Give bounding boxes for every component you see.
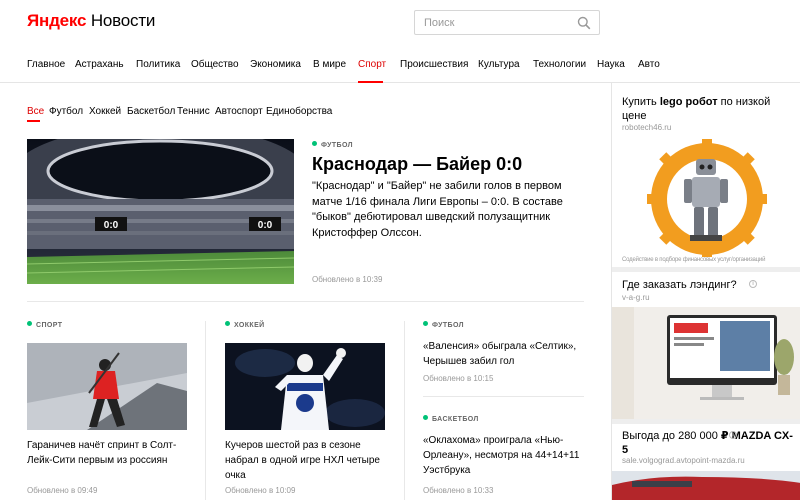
story-image-hockey[interactable] <box>225 343 385 430</box>
story-tag-label[interactable]: БАСКЕТБОЛ <box>432 416 479 423</box>
header: Яндекс Новости <box>0 0 800 45</box>
story-updated: Обновлено в 10:09 <box>225 486 296 495</box>
search-icon[interactable] <box>577 16 591 30</box>
main-story-tag-label[interactable]: ФУТБОЛ <box>321 142 353 149</box>
tag-dot <box>225 321 230 326</box>
tag-dot <box>27 321 32 326</box>
nav-item-sport[interactable]: Спорт <box>358 59 386 70</box>
nav-item-science[interactable]: Наука <box>597 59 625 70</box>
main-story-text[interactable]: "Краснодар" и "Байер" не забили голов в … <box>312 179 587 241</box>
scoreboard-right: 0:0 <box>258 220 273 231</box>
ad-title-pre[interactable]: Купить <box>622 96 660 108</box>
ad-image-caption: Содействие в подборе финансовых услуг/ор… <box>622 257 766 263</box>
divider <box>27 301 584 302</box>
hockey-image <box>225 343 385 430</box>
nav-item-astrakhan[interactable]: Астрахань <box>75 59 124 70</box>
subnav-item-motorsport[interactable]: Автоспорт <box>215 106 263 117</box>
story-title[interactable]: «Валенсия» обыграла «Селтик», Черышев за… <box>423 339 591 369</box>
stadium-image: 0:0 0:0 <box>27 139 294 284</box>
story-tag[interactable]: СПОРТ <box>27 321 62 329</box>
nav-item-technology[interactable]: Технологии <box>533 59 586 70</box>
nav-item-world[interactable]: В мире <box>313 59 346 70</box>
biathlon-image <box>27 343 187 430</box>
column-divider <box>205 321 206 500</box>
story-tag-label[interactable]: СПОРТ <box>36 322 62 329</box>
story-updated: Обновлено в 10:33 <box>423 486 494 495</box>
ad-title[interactable]: Где заказать лэндинг? <box>622 278 794 292</box>
ad-title[interactable]: Выгода до 280 000 ₽ MAZDA CX-5 <box>622 429 794 457</box>
subnav-item-tennis[interactable]: Теннис <box>177 106 210 117</box>
main-story-title[interactable]: Краснодар — Байер 0:0 <box>312 154 522 175</box>
nav-item-main[interactable]: Главное <box>27 59 65 70</box>
ad-url[interactable]: sale.volgograd.avtopoint-mazda.ru <box>622 456 745 465</box>
tag-dot <box>423 415 428 420</box>
column-divider <box>404 321 405 500</box>
story-tag[interactable]: ХОККЕЙ <box>225 321 265 329</box>
scoreboard-left: 0:0 <box>104 220 119 231</box>
nav-item-culture[interactable]: Культура <box>478 59 520 70</box>
story-updated: Обновлено в 10:15 <box>423 374 494 383</box>
ad-url[interactable]: robotech46.ru <box>622 123 671 132</box>
story-tag[interactable]: ФУТБОЛ <box>423 321 464 329</box>
nav-item-society[interactable]: Общество <box>191 59 239 70</box>
main-story-image[interactable]: 0:0 0:0 <box>27 139 294 284</box>
subnav-item-basketball[interactable]: Баскетбол <box>127 106 175 117</box>
ad-separator <box>612 267 800 272</box>
story-title[interactable]: Кучеров шестой раз в сезоне набрал в одн… <box>225 438 395 483</box>
ad-title-bold[interactable]: lego робот <box>660 96 718 108</box>
main-story-updated: Обновлено в 10:39 <box>312 275 383 284</box>
subnav-item-football[interactable]: Футбол <box>49 106 83 117</box>
tag-dot <box>423 321 428 326</box>
story-title[interactable]: «Оклахома» проиграла «Нью-Орлеану», несм… <box>423 433 591 478</box>
subnav-item-all[interactable]: Все <box>27 106 44 117</box>
nav-item-incidents[interactable]: Происшествия <box>400 59 468 70</box>
tag-dot <box>312 141 317 146</box>
logo-news[interactable]: Новости <box>91 11 156 30</box>
ad-title[interactable]: Купить lego робот по низкой цене <box>622 95 794 123</box>
search-box[interactable] <box>414 10 600 35</box>
ads-column: Купить lego робот по низкой цене robotec… <box>611 83 800 500</box>
logo-yandex[interactable]: Яндекс <box>27 11 86 30</box>
subnav-active-indicator <box>27 120 40 122</box>
story-image-biathlon[interactable] <box>27 343 187 430</box>
ad-info-icon[interactable]: i <box>749 280 757 288</box>
subnav-item-martial-arts[interactable]: Единоборства <box>266 106 332 117</box>
ad-separator <box>612 419 800 424</box>
ad-title-pre[interactable]: Выгода до 280 000 <box>622 430 721 442</box>
nav-item-economy[interactable]: Экономика <box>250 59 301 70</box>
ad-image-landing[interactable] <box>612 307 800 419</box>
divider <box>423 396 584 397</box>
story-title[interactable]: Гараничев начёт спринт в Солт-Лейк-Сити … <box>27 438 197 468</box>
nav-item-auto[interactable]: Авто <box>638 59 660 70</box>
ad-image-robot[interactable] <box>622 139 792 257</box>
nav-item-politics[interactable]: Политика <box>136 59 180 70</box>
story-tag-label[interactable]: ХОККЕЙ <box>234 322 265 329</box>
yandex-news-logo[interactable]: Яндекс Новости <box>27 11 155 31</box>
main-story-tag[interactable]: ФУТБОЛ <box>312 141 353 149</box>
ad-info-icon[interactable]: i <box>729 431 737 439</box>
story-updated: Обновлено в 09:49 <box>27 486 98 495</box>
story-tag[interactable]: БАСКЕТБОЛ <box>423 415 479 423</box>
story-tag-label[interactable]: ФУТБОЛ <box>432 322 464 329</box>
search-input[interactable] <box>415 11 575 34</box>
nav-active-indicator <box>358 81 383 83</box>
main-nav: Главное Астрахань Политика Общество Экон… <box>0 45 800 83</box>
ad-image-car[interactable] <box>612 471 800 500</box>
subnav-item-hockey[interactable]: Хоккей <box>89 106 121 117</box>
ad-url[interactable]: v-a-g.ru <box>622 293 650 302</box>
